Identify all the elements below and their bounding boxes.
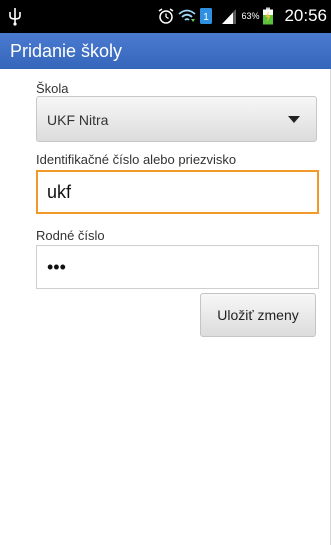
birth-number-input[interactable]: ••• (36, 245, 319, 289)
battery-charging-icon (262, 7, 280, 25)
clock: 20:56 (284, 6, 327, 25)
birth-number-label: Rodné číslo (36, 228, 105, 243)
usb-icon (8, 6, 22, 26)
signal-icon (220, 7, 238, 25)
battery-percent: 63% (241, 11, 260, 21)
school-spinner-value: UKF Nitra (47, 112, 109, 128)
id-label: Identifikačné číslo alebo priezvisko (36, 152, 237, 167)
school-label: Škola (36, 81, 69, 96)
school-spinner[interactable]: UKF Nitra (36, 96, 317, 142)
dropdown-arrow-icon (288, 116, 300, 123)
status-icons: 1 63% 20:56 (157, 4, 327, 28)
sim-icon: 1 (199, 7, 217, 25)
wifi-icon (178, 7, 197, 25)
status-bar: 1 63% 20:56 (0, 0, 331, 33)
page-title: Pridanie školy (10, 41, 123, 61)
action-bar: Pridanie školy (0, 33, 331, 69)
svg-text:1: 1 (204, 12, 210, 23)
alarm-clock-icon (157, 7, 175, 25)
save-button[interactable]: Uložiť zmeny (200, 293, 316, 337)
id-input[interactable]: ukf (36, 170, 319, 214)
